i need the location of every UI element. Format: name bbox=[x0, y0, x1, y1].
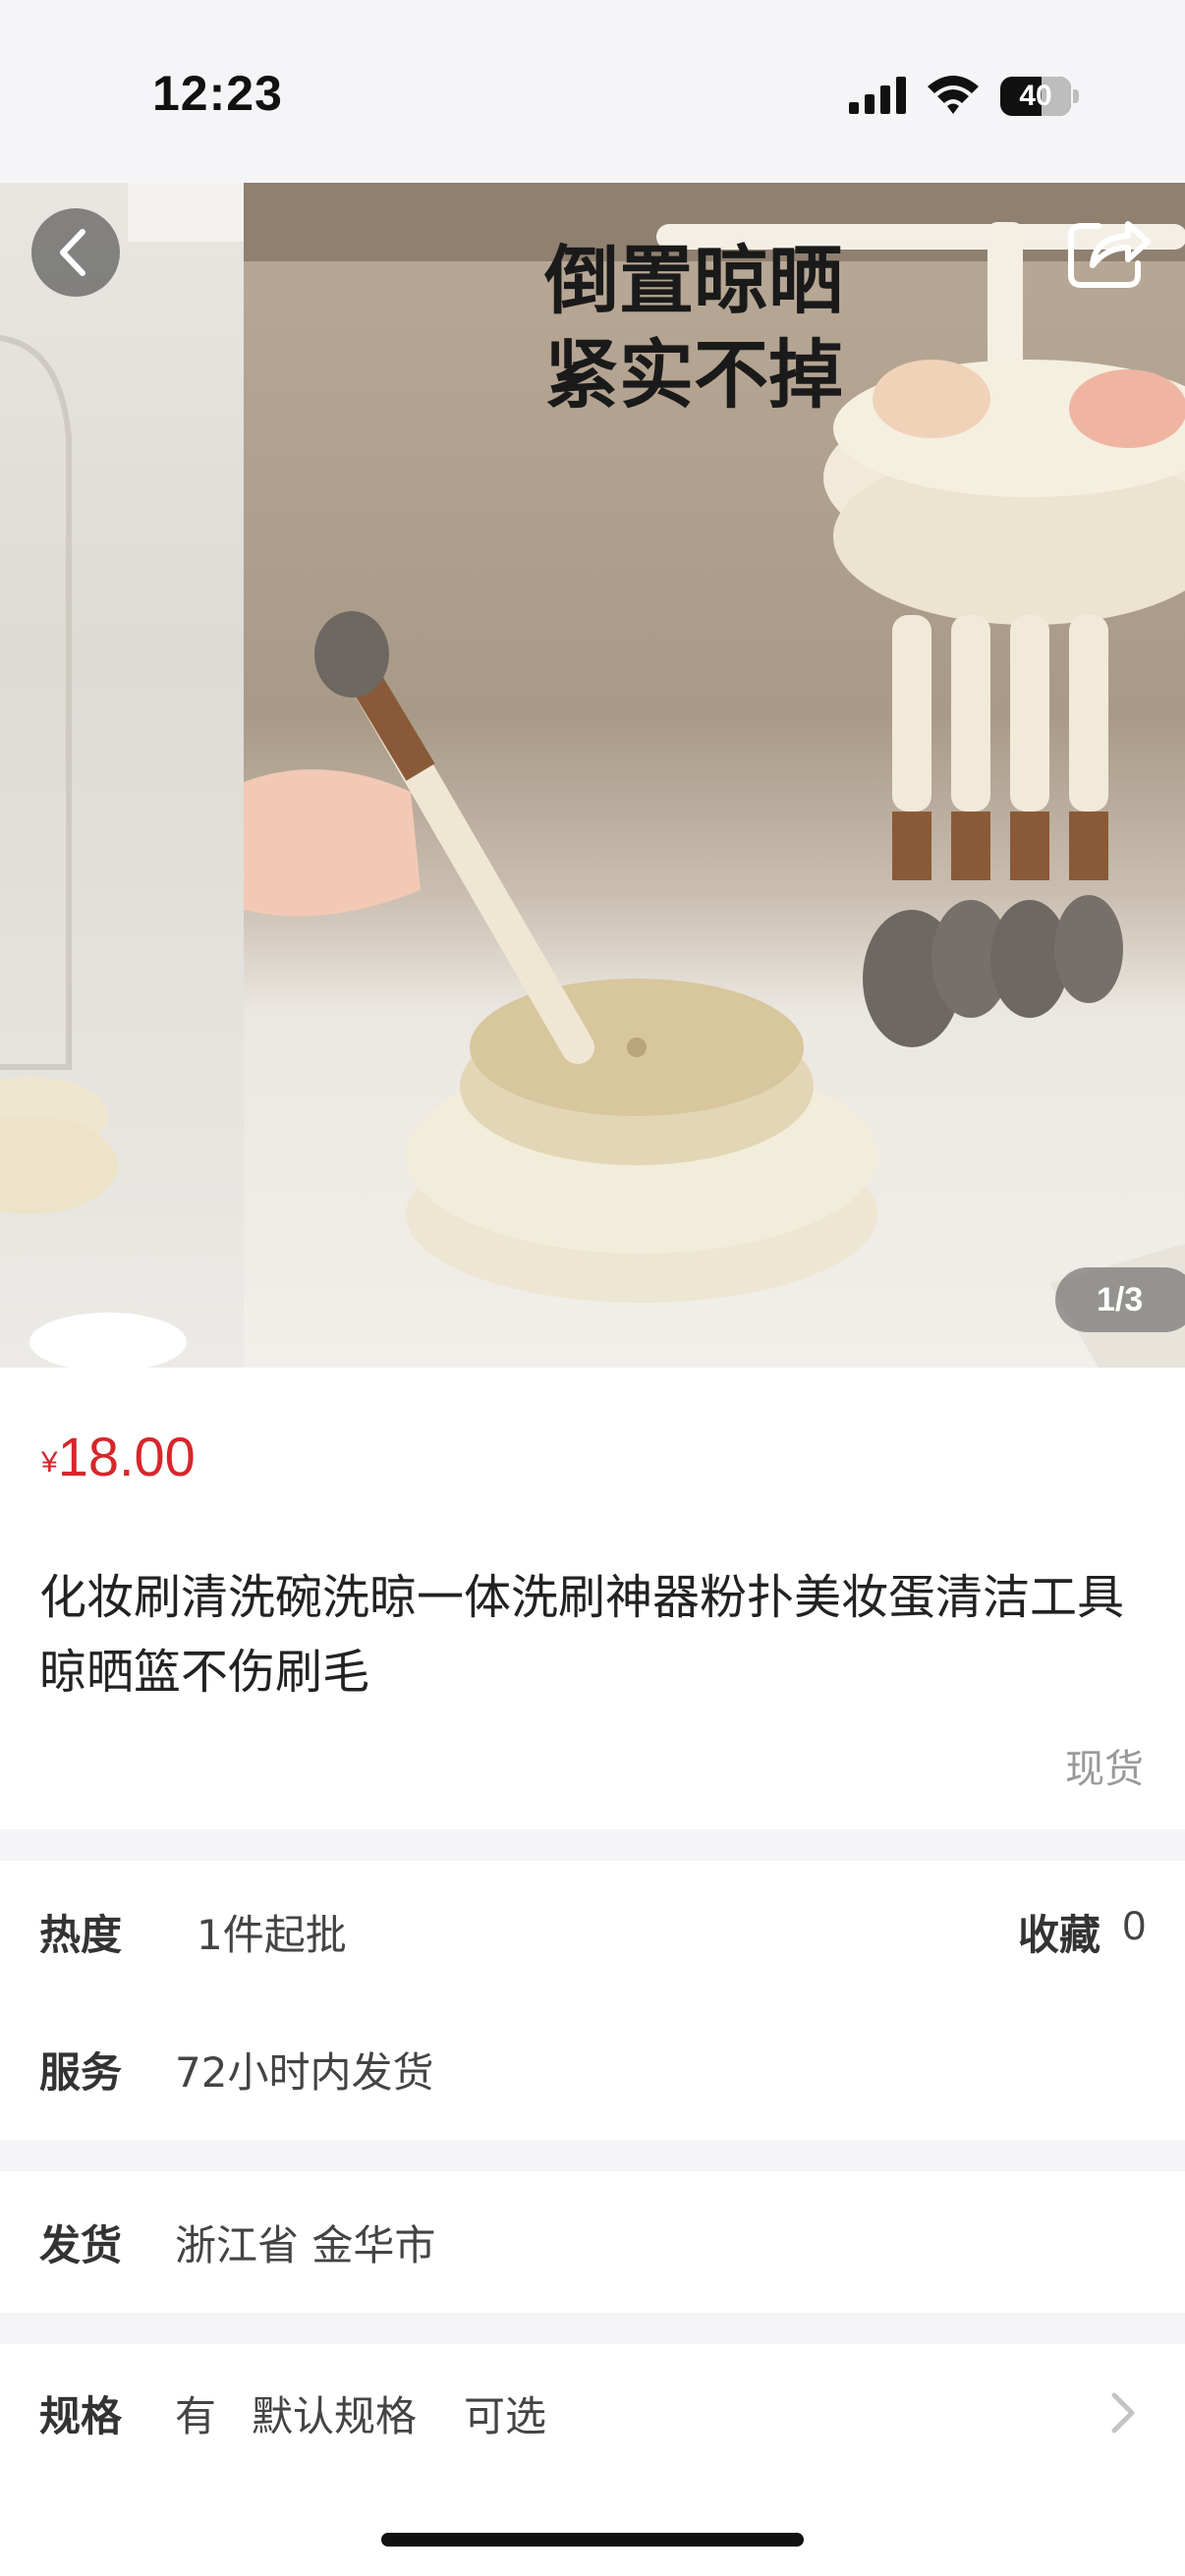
spec-value-optional: 可选 bbox=[464, 2392, 547, 2440]
favorite-count: 0 bbox=[1122, 1902, 1146, 1948]
share-icon bbox=[1068, 221, 1151, 288]
favorite-label[interactable]: 收藏 bbox=[1018, 1902, 1100, 1962]
currency-symbol: ¥ bbox=[41, 1446, 58, 1479]
back-button[interactable] bbox=[31, 208, 120, 297]
section-divider bbox=[0, 1829, 1185, 1861]
spec-value-has: 有 bbox=[175, 2392, 217, 2440]
battery-level: 40 bbox=[1019, 80, 1052, 112]
status-time: 12:23 bbox=[152, 66, 283, 121]
heat-label: 热度 bbox=[39, 1911, 123, 1959]
price: ¥18.00 bbox=[41, 1425, 196, 1488]
section-divider bbox=[0, 2313, 1185, 2344]
spec-label: 规格 bbox=[39, 2392, 123, 2440]
previous-photo-peek bbox=[0, 183, 244, 1368]
service-label: 服务 bbox=[39, 2048, 123, 2097]
wifi-icon bbox=[928, 76, 979, 114]
chevron-right-icon bbox=[1111, 2392, 1135, 2434]
ship-from-value: 浙江省 金华市 bbox=[175, 2221, 436, 2269]
heat-value: 1件起批 bbox=[197, 1911, 347, 1959]
stock-status: 现货 bbox=[1065, 1747, 1144, 1792]
section-divider bbox=[0, 2140, 1185, 2171]
product-title: 化妆刷清洗碗洗晾一体洗刷神器粉扑美妆蛋清洁工具晾晒篮不伤刷毛 bbox=[39, 1570, 1125, 1700]
spec-value-default: 默认规格 bbox=[252, 2392, 418, 2440]
home-indicator bbox=[381, 2533, 804, 2547]
status-bar: 12:23 40 bbox=[0, 0, 1185, 183]
battery-icon: 40 bbox=[1000, 77, 1079, 116]
cellular-signal-icon bbox=[849, 77, 906, 114]
service-value: 72小时内发货 bbox=[175, 2048, 434, 2097]
ship-from-label: 发货 bbox=[39, 2221, 123, 2269]
share-button[interactable] bbox=[1059, 202, 1157, 301]
price-value: 18.00 bbox=[57, 1426, 196, 1487]
product-image-gallery[interactable]: 倒置晾晒 紧实不掉 1/3 bbox=[0, 183, 1185, 1368]
image-counter: 1/3 bbox=[1055, 1267, 1185, 1332]
image-overlay-text: 倒置晾晒 紧实不掉 bbox=[544, 237, 843, 419]
product-photo: 倒置晾晒 紧实不掉 bbox=[244, 183, 1185, 1368]
chevron-left-icon bbox=[60, 229, 85, 276]
